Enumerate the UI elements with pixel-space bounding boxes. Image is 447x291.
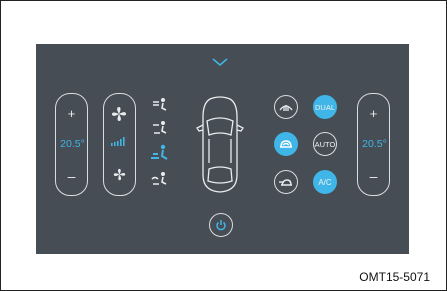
car-top-view-icon [196,96,244,193]
right-temp-down-button[interactable]: – [358,168,389,184]
dual-button[interactable]: DUAL [313,95,337,119]
fresh-air-button[interactable] [274,170,298,194]
fan-level-bars-icon [111,137,125,146]
recirculation-button[interactable] [274,132,298,156]
max-defrost-button[interactable] [274,95,298,119]
left-temp-down-button[interactable]: – [56,168,87,184]
fan-low-icon[interactable] [113,168,126,181]
auto-button[interactable]: AUTO [313,132,337,156]
airflow-face-icon[interactable] [150,96,170,112]
airflow-face-feet-icon[interactable] [150,120,170,136]
left-temperature-value: 20.5° [60,138,85,150]
left-temp-up-button[interactable]: + [56,106,87,121]
windshield-defrost-icon [279,105,293,111]
fresh-air-icon [279,179,292,186]
ac-button[interactable]: A/C [313,170,337,194]
right-temp-up-button[interactable]: + [358,106,389,121]
right-temperature-value: 20.5° [362,138,387,150]
airflow-feet-icon[interactable] [148,144,170,162]
figure-caption: OMT15-5071 [359,270,430,284]
fan-high-icon[interactable] [111,106,127,122]
airflow-defrost-feet-icon[interactable] [150,171,170,187]
power-icon [216,220,226,231]
recirculation-icon [280,140,292,148]
chevron-down-icon[interactable] [211,57,229,67]
power-button[interactable] [209,213,233,237]
left-temperature-control: + 20.5° – [55,93,88,196]
right-temperature-control: + 20.5° – [357,93,390,196]
